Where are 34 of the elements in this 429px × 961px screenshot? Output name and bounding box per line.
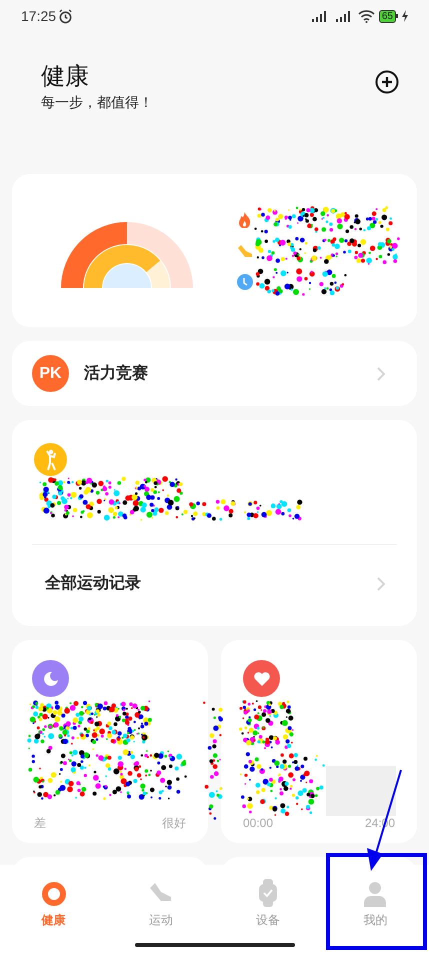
activity-card[interactable]	[12, 174, 417, 327]
axis-label: 00:00	[243, 815, 274, 832]
chevron-icon	[377, 366, 385, 380]
clock-icon	[237, 274, 253, 290]
card-label: 活力竞赛	[84, 363, 149, 384]
redaction-drawing	[239, 700, 294, 750]
battery-level: 65	[378, 10, 396, 22]
sleep-card[interactable]: 差 很好	[12, 640, 208, 843]
status-time: 17:25	[21, 6, 56, 26]
shoe-icon	[237, 244, 253, 258]
nav-tab[interactable]: 运动	[107, 879, 214, 937]
moon-icon	[32, 660, 69, 697]
chevron-icon	[377, 576, 385, 590]
nav-tab[interactable]: 我的	[322, 879, 429, 937]
page-subtitle: 每一步，都值得！	[41, 93, 153, 112]
wifi-icon	[358, 10, 375, 22]
person-icon	[363, 881, 388, 907]
page-title: 健康	[41, 62, 90, 92]
ring-icon	[40, 881, 67, 907]
charging-icon	[402, 10, 408, 22]
chart-bar	[326, 766, 396, 816]
axis-label: 差	[34, 815, 46, 832]
pk-card[interactable]: PK 活力竞赛	[12, 341, 417, 406]
all-records-link[interactable]: 全部运动记录	[45, 572, 377, 596]
workout-card[interactable]: 全部运动记录	[12, 420, 417, 626]
nav-tab[interactable]: 健康	[0, 879, 108, 937]
figure-icon	[34, 443, 67, 476]
watch-icon	[258, 879, 278, 907]
nav-tab[interactable]: 设备	[214, 879, 322, 937]
pk-badge: PK	[32, 355, 69, 392]
add-button[interactable]	[375, 70, 399, 94]
flame-icon	[237, 212, 252, 228]
alarm-icon	[58, 8, 74, 24]
axis-label: 很好	[162, 815, 186, 832]
